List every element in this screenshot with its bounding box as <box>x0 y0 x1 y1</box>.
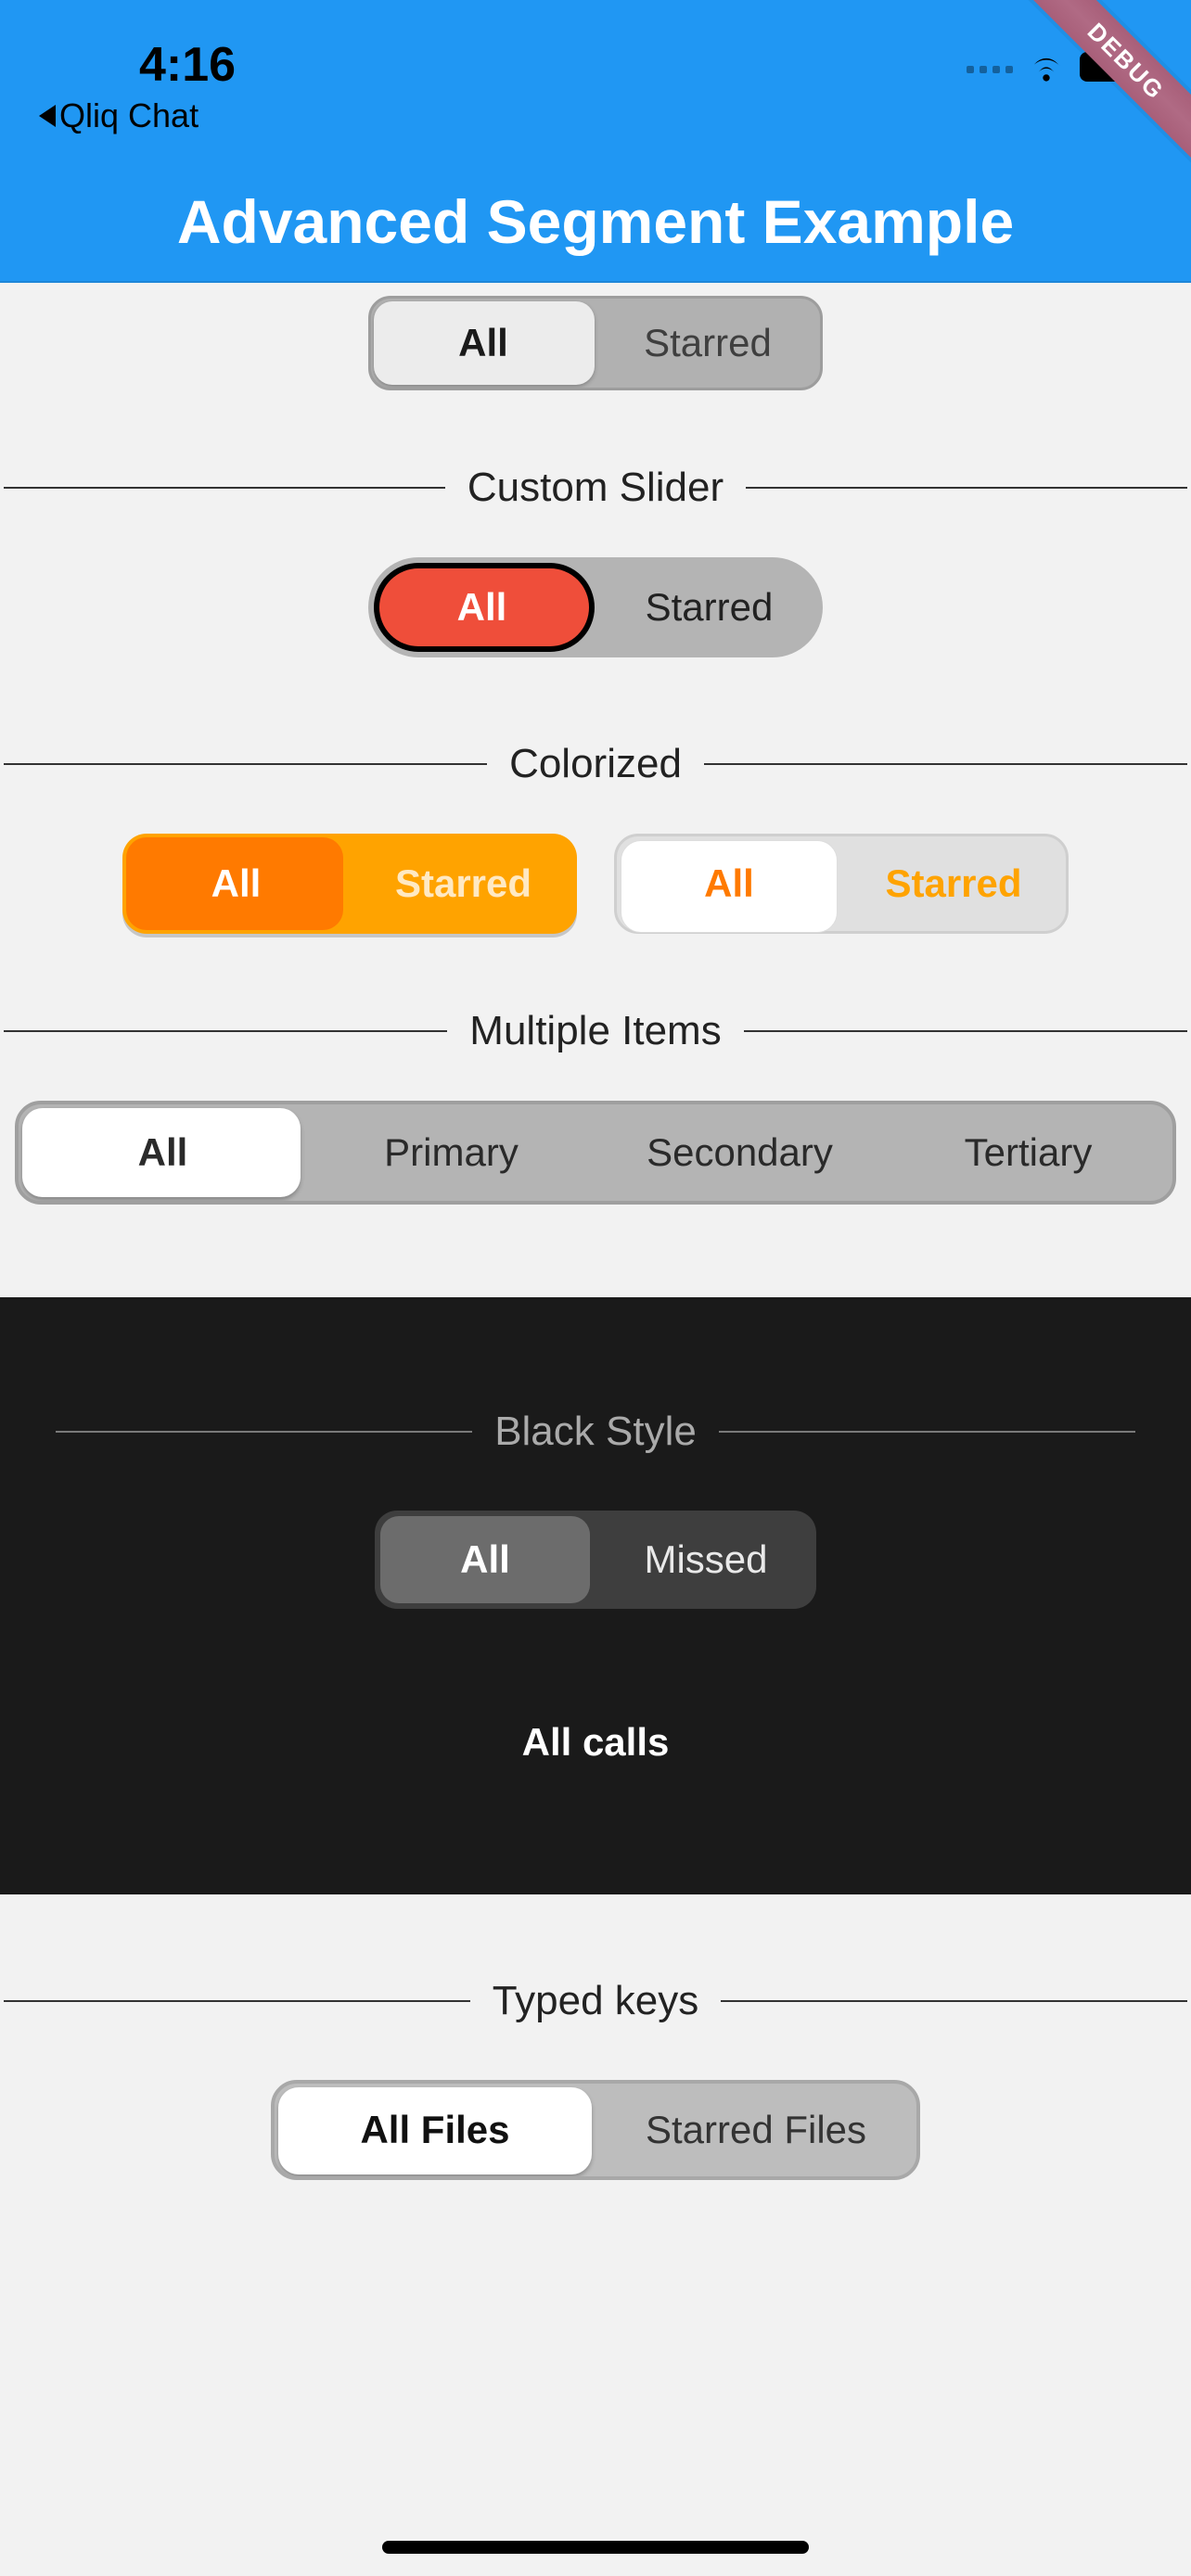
pager-dots-icon <box>967 66 1013 73</box>
section-custom-slider-header: Custom Slider <box>0 465 1191 511</box>
section-typed-header: Typed keys <box>0 1978 1191 2024</box>
segment-black-option-missed[interactable]: Missed <box>596 1511 816 1609</box>
segment-custom-slider-option-starred[interactable]: Starred <box>596 557 823 657</box>
black-body-text: All calls <box>0 1720 1191 1765</box>
section-black-header: Black Style <box>0 1409 1191 1455</box>
section-multiple-header: Multiple Items <box>0 1008 1191 1054</box>
wifi-icon <box>1026 46 1067 92</box>
segment-multiple-option-tertiary[interactable]: Tertiary <box>884 1104 1172 1201</box>
segment-typed-option-all-files[interactable]: All Files <box>275 2084 596 2176</box>
segment-custom-slider-option-all[interactable]: All <box>368 557 596 657</box>
segment-default-option-all[interactable]: All <box>371 299 596 388</box>
segment-black-option-all[interactable]: All <box>375 1511 596 1609</box>
segment-typed[interactable]: All Files Starred Files <box>271 2080 920 2180</box>
segment-colorized-orange-option-starred[interactable]: Starred <box>350 834 577 934</box>
back-to-app[interactable]: Qliq Chat <box>39 96 198 135</box>
section-black: Black Style All Missed All calls <box>0 1297 1191 1894</box>
back-caret-icon <box>39 105 56 127</box>
status-time: 4:16 <box>139 37 236 93</box>
status-bar: 4:16 Qliq Chat DEBUG <box>0 0 1191 162</box>
segment-black[interactable]: All Missed <box>375 1511 816 1609</box>
section-black-label: Black Style <box>494 1409 697 1455</box>
nav-bar: Advanced Segment Example <box>0 162 1191 283</box>
back-app-label: Qliq Chat <box>59 96 198 135</box>
segment-typed-option-starred-files[interactable]: Starred Files <box>596 2084 916 2176</box>
section-typed-label: Typed keys <box>493 1978 699 2024</box>
segment-multiple[interactable]: All Primary Secondary Tertiary <box>15 1101 1176 1205</box>
segment-default-option-starred[interactable]: Starred <box>596 299 820 388</box>
segment-default[interactable]: All Starred <box>368 296 823 390</box>
section-multiple-label: Multiple Items <box>469 1008 721 1054</box>
segment-colorized-orange-option-all[interactable]: All <box>122 834 350 934</box>
segment-multiple-option-primary[interactable]: Primary <box>307 1104 596 1201</box>
segment-colorized-gray-option-all[interactable]: All <box>617 836 841 931</box>
segment-multiple-option-secondary[interactable]: Secondary <box>596 1104 884 1201</box>
segment-colorized-orange[interactable]: All Starred <box>122 834 577 934</box>
home-indicator[interactable] <box>382 2541 809 2554</box>
segment-colorized-gray-option-starred[interactable]: Starred <box>841 836 1066 931</box>
content: All Starred Custom Slider All Starred Co… <box>0 283 1191 2576</box>
section-custom-slider-label: Custom Slider <box>467 465 724 511</box>
section-colorized-label: Colorized <box>509 741 682 787</box>
segment-multiple-option-all[interactable]: All <box>19 1104 307 1201</box>
page-title: Advanced Segment Example <box>177 186 1014 257</box>
segment-custom-slider[interactable]: All Starred <box>368 557 823 657</box>
segment-colorized-gray[interactable]: All Starred <box>614 834 1069 934</box>
section-colorized-header: Colorized <box>0 741 1191 787</box>
